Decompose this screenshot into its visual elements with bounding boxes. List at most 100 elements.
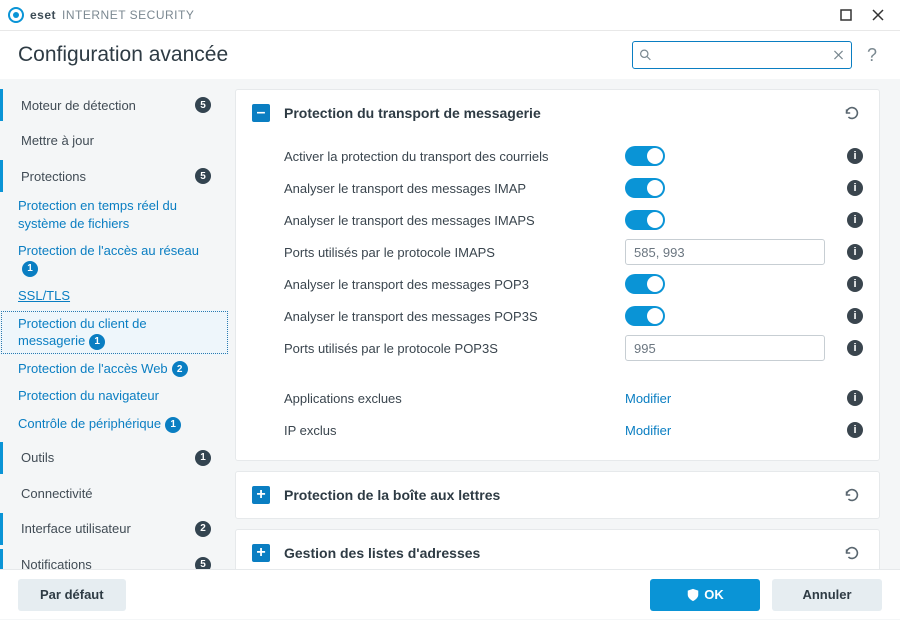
sidebar-subitem-label: Contrôle de périphérique <box>18 416 161 431</box>
search-box[interactable] <box>632 41 852 69</box>
revert-icon[interactable] <box>841 102 863 124</box>
setting-label: Analyser le transport des messages IMAP <box>284 181 625 196</box>
sidebar-item-label: Mettre à jour <box>21 133 211 148</box>
content-area: –Protection du transport de messagerie Ac… <box>235 89 890 569</box>
info-icon[interactable]: i <box>847 148 863 164</box>
brand-product: INTERNET SECURITY <box>62 8 194 22</box>
badge: 1 <box>89 334 105 350</box>
info-icon[interactable]: i <box>847 276 863 292</box>
text-input[interactable] <box>625 335 825 361</box>
ok-label: OK <box>704 587 724 602</box>
badge: 1 <box>22 261 38 277</box>
sidebar-item-label: Connectivité <box>21 486 211 501</box>
window-maximize-button[interactable] <box>832 3 860 27</box>
page-title: Configuration avancée <box>18 43 228 67</box>
sidebar-item[interactable]: Mettre à jour <box>0 125 229 156</box>
panel-title: Gestion des listes d'adresses <box>284 545 827 561</box>
expand-icon[interactable]: + <box>252 544 270 562</box>
sidebar: Moteur de détection5 Mettre à jour Protect… <box>0 79 229 569</box>
titlebar: eset INTERNET SECURITY <box>0 0 900 31</box>
setting-label: Applications exclues <box>284 391 625 406</box>
sidebar-item[interactable]: Notifications5 <box>0 549 229 569</box>
setting-row: Analyser le transport des messages IMAPS… <box>284 204 863 236</box>
setting-label: Analyser le transport des messages POP3 <box>284 277 625 292</box>
sidebar-item[interactable]: Connectivité <box>0 478 229 509</box>
panel: –Protection du transport de messagerie Ac… <box>235 89 880 461</box>
setting-row: Applications excluesModifier i <box>284 382 863 414</box>
setting-row: IP exclusModifier i <box>284 414 863 446</box>
brand-bold: eset <box>30 8 56 22</box>
badge: 5 <box>195 557 211 569</box>
panel: + Gestion des listes d'adresses <box>235 529 880 569</box>
sidebar-item[interactable]: Protections5 <box>0 160 229 192</box>
info-icon[interactable]: i <box>847 212 863 228</box>
setting-label: IP exclus <box>284 423 625 438</box>
expand-icon[interactable]: + <box>252 486 270 504</box>
setting-row: Ports utilisés par le protocole POP3S i <box>284 332 863 364</box>
info-icon[interactable]: i <box>847 244 863 260</box>
toggle-switch[interactable] <box>625 306 665 326</box>
info-icon[interactable]: i <box>847 422 863 438</box>
info-icon[interactable]: i <box>847 308 863 324</box>
collapse-icon[interactable]: – <box>252 104 270 122</box>
sidebar-item[interactable]: Interface utilisateur 2 <box>0 513 229 545</box>
info-icon[interactable]: i <box>847 340 863 356</box>
badge: 1 <box>165 417 181 433</box>
ok-button[interactable]: OK <box>650 579 760 611</box>
sidebar-subitem-label: Protection de l'accès Web <box>18 361 168 376</box>
sidebar-item[interactable]: Moteur de détection5 <box>0 89 229 121</box>
header: Configuration avancée ? <box>0 31 900 79</box>
setting-row: Activer la protection du transport des c… <box>284 140 863 172</box>
badge: 1 <box>195 450 211 466</box>
sidebar-subitem[interactable]: Contrôle de périphérique 1 <box>0 410 229 438</box>
toggle-switch[interactable] <box>625 210 665 230</box>
sidebar-subitem[interactable]: Protection de l'accès au réseau 1 <box>0 237 229 282</box>
clear-icon[interactable] <box>832 48 845 62</box>
help-button[interactable]: ? <box>862 45 882 66</box>
sidebar-subitem[interactable]: Protection du client de messagerie1 <box>0 310 229 355</box>
sidebar-item[interactable]: Outils 1 <box>0 442 229 474</box>
setting-label: Activer la protection du transport des c… <box>284 149 625 164</box>
search-input[interactable] <box>652 47 832 64</box>
panel-title: Protection de la boîte aux lettres <box>284 487 827 503</box>
text-input[interactable] <box>625 239 825 265</box>
edit-link[interactable]: Modifier <box>625 423 671 438</box>
setting-label: Ports utilisés par le protocole IMAPS <box>284 245 625 260</box>
info-icon[interactable]: i <box>847 180 863 196</box>
setting-label: Ports utilisés par le protocole POP3S <box>284 341 625 356</box>
setting-label: Analyser le transport des messages POP3S <box>284 309 625 324</box>
sidebar-subitem[interactable]: Protection en temps réel du système de f… <box>0 192 229 237</box>
edit-link[interactable]: Modifier <box>625 391 671 406</box>
sidebar-item-label: Interface utilisateur <box>21 521 183 536</box>
brand: eset INTERNET SECURITY <box>8 7 194 23</box>
sidebar-subitem[interactable]: Protection du navigateur <box>0 382 229 410</box>
footer: Par défaut OK Annuler <box>0 569 900 619</box>
shield-icon <box>686 588 700 602</box>
sidebar-subitem-label: Protection de l'accès au réseau <box>18 243 199 258</box>
panel-header[interactable]: + Gestion des listes d'adresses <box>236 530 879 569</box>
setting-row: Analyser le transport des messages POP3 i <box>284 268 863 300</box>
cancel-button[interactable]: Annuler <box>772 579 882 611</box>
sidebar-subitem[interactable]: Protection de l'accès Web2 <box>0 355 229 383</box>
revert-icon[interactable] <box>841 542 863 564</box>
eset-logo-icon <box>8 7 24 23</box>
sidebar-subitem[interactable]: SSL/TLS <box>0 282 229 310</box>
toggle-switch[interactable] <box>625 146 665 166</box>
setting-label: Analyser le transport des messages IMAPS <box>284 213 625 228</box>
panel-header[interactable]: + Protection de la boîte aux lettres <box>236 472 879 518</box>
window-close-button[interactable] <box>864 3 892 27</box>
panel-header[interactable]: –Protection du transport de messagerie <box>236 90 879 136</box>
setting-row: Analyser le transport des messages IMAP i <box>284 172 863 204</box>
badge: 5 <box>195 168 211 184</box>
badge: 5 <box>195 97 211 113</box>
toggle-switch[interactable] <box>625 178 665 198</box>
revert-icon[interactable] <box>841 484 863 506</box>
info-icon[interactable]: i <box>847 390 863 406</box>
default-button[interactable]: Par défaut <box>18 579 126 611</box>
badge: 2 <box>195 521 211 537</box>
toggle-switch[interactable] <box>625 274 665 294</box>
sidebar-subitem-label: Protection du navigateur <box>18 388 159 403</box>
setting-row: Analyser le transport des messages POP3S… <box>284 300 863 332</box>
sidebar-subitem-label: Protection du client de messagerie <box>18 316 147 349</box>
sidebar-item-label: Outils <box>21 450 183 465</box>
